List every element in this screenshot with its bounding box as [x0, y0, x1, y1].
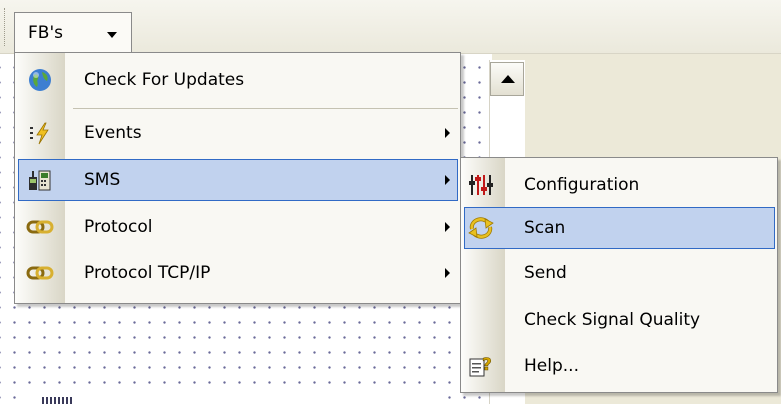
menu-item-check-for-updates[interactable]: Check For Updates: [18, 59, 458, 101]
menu-item-label: Protocol TCP/IP: [84, 263, 211, 283]
obscured-element: [18, 392, 448, 404]
menu-item-events[interactable]: Events: [18, 112, 458, 154]
sms-device-icon: [26, 166, 54, 194]
menu-fbs-label: FB's: [28, 22, 63, 43]
help-icon: ?: [467, 352, 495, 380]
config-sliders-icon: [467, 171, 495, 199]
menu-item-protocol-tcpip[interactable]: Protocol TCP/IP: [18, 252, 458, 294]
submenu-item-configuration[interactable]: Configuration: [464, 164, 775, 206]
submenu-item-scan[interactable]: Scan: [464, 207, 775, 249]
refresh-scan-icon: [467, 214, 495, 242]
submenu-item-label: Configuration: [524, 175, 640, 195]
menu-item-protocol[interactable]: Protocol: [18, 206, 458, 248]
submenu-item-label: Help...: [524, 356, 579, 376]
submenu-arrow-icon: [445, 175, 450, 185]
menu-item-label: Events: [84, 123, 142, 143]
svg-text:?: ?: [482, 355, 492, 375]
sms-submenu: Configuration Scan Send Check Signal Qua…: [460, 157, 778, 393]
submenu-item-label: Scan: [524, 218, 566, 238]
scroll-up-button[interactable]: [490, 62, 524, 96]
chevron-down-icon: [107, 32, 117, 38]
menu-bar: FB's: [0, 0, 781, 54]
submenu-item-help[interactable]: ? Help...: [464, 345, 775, 387]
submenu-arrow-icon: [445, 268, 450, 278]
menu-item-label: Protocol: [84, 217, 153, 237]
menu-separator: [73, 108, 458, 109]
globe-icon: [26, 66, 54, 94]
submenu-item-send[interactable]: Send: [464, 252, 775, 294]
obscured-icon: [42, 397, 72, 404]
menu-fbs[interactable]: FB's: [14, 12, 132, 52]
chain-link-icon: [26, 213, 54, 241]
submenu-item-label: Send: [524, 263, 567, 283]
chain-link-icon: [26, 259, 54, 287]
menu-item-label: Check For Updates: [84, 70, 245, 90]
menu-item-sms[interactable]: SMS: [18, 159, 458, 201]
menu-item-label: SMS: [84, 170, 121, 190]
toolbar-grip[interactable]: [4, 8, 7, 46]
submenu-item-label: Check Signal Quality: [524, 310, 701, 330]
fbs-dropdown-menu: Check For Updates Events SMS Protocol Pr…: [14, 52, 461, 304]
lightning-events-icon: [26, 119, 54, 147]
submenu-arrow-icon: [445, 128, 450, 138]
submenu-item-check-signal-quality[interactable]: Check Signal Quality: [464, 299, 775, 341]
submenu-arrow-icon: [445, 222, 450, 232]
